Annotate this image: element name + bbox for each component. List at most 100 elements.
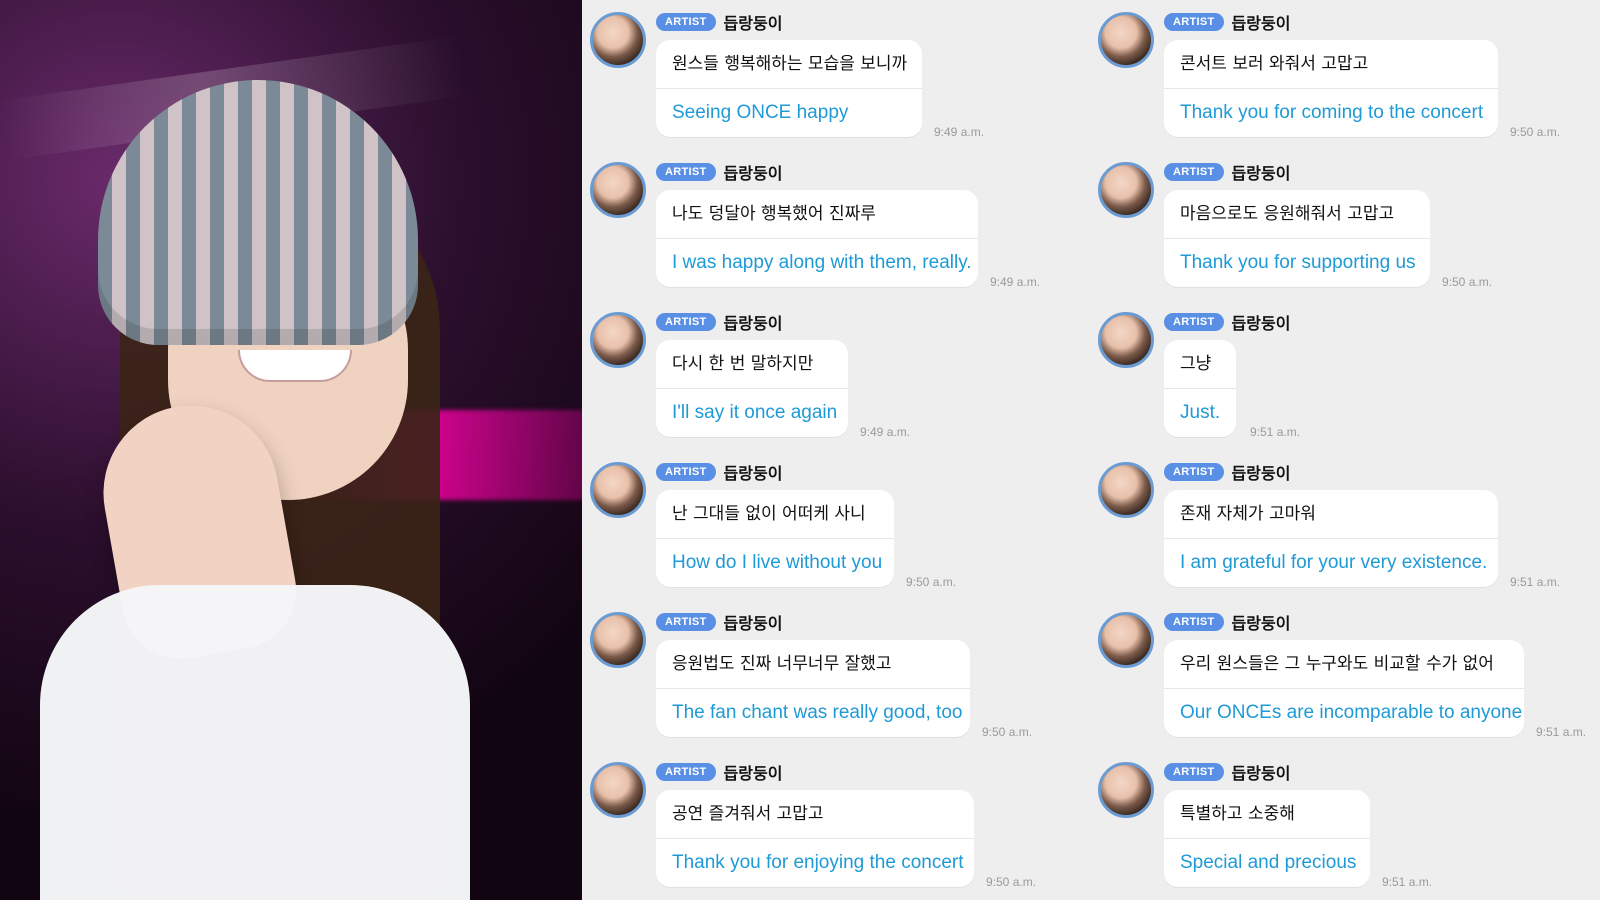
divider	[1164, 238, 1430, 239]
avatar[interactable]	[1098, 612, 1154, 668]
message-korean: 응원법도 진짜 너무너무 잘했고	[672, 654, 892, 674]
message-time: 9:49 a.m.	[860, 425, 911, 439]
message-header: ARTIST 듭랑둥이	[1164, 612, 1291, 633]
message-korean: 존재 자체가 고마워	[1180, 504, 1316, 524]
message-translation: Just.	[1180, 402, 1221, 423]
artist-badge: ARTIST	[656, 163, 716, 181]
avatar[interactable]	[1098, 462, 1154, 518]
message-header: ARTIST 듭랑둥이	[1164, 12, 1291, 33]
artist-badge: ARTIST	[1164, 163, 1224, 181]
divider	[656, 238, 978, 239]
message-header: ARTIST 듭랑둥이	[1164, 162, 1291, 183]
message-translation: I was happy along with them, really.	[672, 252, 972, 273]
divider	[1164, 838, 1370, 839]
divider	[1164, 538, 1498, 539]
avatar[interactable]	[590, 762, 646, 818]
chat-column-left: ARTIST 듭랑둥이 원스들 행복해하는 모습을 보니까 Seeing ONC…	[582, 0, 1082, 900]
message-translation: I am grateful for your very existence.	[1180, 552, 1488, 573]
tank-top	[40, 585, 470, 900]
message-time: 9:51 a.m.	[1250, 425, 1301, 439]
message-bubble[interactable]: 난 그대들 없이 어떠케 사니 How do I live without yo…	[656, 490, 894, 587]
message-translation: Thank you for coming to the concert	[1180, 102, 1484, 123]
message-header: ARTIST 듭랑둥이	[656, 612, 782, 633]
message-korean: 난 그대들 없이 어떠케 사니	[672, 504, 866, 524]
message: ARTIST 듭랑둥이 그냥 Just. 9:51 a.m.	[1090, 300, 1590, 440]
divider	[656, 388, 848, 389]
sender-name: 듭랑둥이	[1231, 164, 1291, 183]
message-header: ARTIST 듭랑둥이	[656, 162, 783, 183]
avatar[interactable]	[590, 612, 646, 668]
avatar[interactable]	[590, 162, 646, 218]
message-bubble[interactable]: 특별하고 소중해 Special and precious	[1164, 790, 1370, 887]
message-bubble[interactable]: 우리 원스들은 그 누구와도 비교할 수가 없어 Our ONCEs are i…	[1164, 640, 1524, 737]
message-bubble[interactable]: 존재 자체가 고마워 I am grateful for your very e…	[1164, 490, 1498, 587]
message-bubble[interactable]: 응원법도 진짜 너무너무 잘했고 The fan chant was reall…	[656, 640, 970, 737]
artist-badge: ARTIST	[656, 763, 716, 781]
message-translation: How do I live without you	[672, 552, 883, 573]
sender-name: 듭랑둥이	[1231, 464, 1291, 483]
message: ARTIST 듭랑둥이 나도 덩달아 행복했어 진짜루 I was happy …	[582, 150, 1082, 290]
sender-name: 듭랑둥이	[723, 464, 783, 483]
divider	[656, 838, 974, 839]
message-bubble[interactable]: 다시 한 번 말하지만 I'll say it once again	[656, 340, 848, 437]
message-korean: 콘서트 보러 와줘서 고맙고	[1180, 54, 1369, 74]
smile	[238, 350, 352, 382]
message-korean: 특별하고 소중해	[1180, 804, 1295, 824]
divider	[1164, 388, 1236, 389]
avatar[interactable]	[590, 312, 646, 368]
message-header: ARTIST 듭랑둥이	[1164, 762, 1290, 783]
message-bubble[interactable]: 나도 덩달아 행복했어 진짜루 I was happy along with t…	[656, 190, 978, 287]
message-bubble[interactable]: 마음으로도 응원해줘서 고맙고 Thank you for supporting…	[1164, 190, 1430, 287]
artist-badge: ARTIST	[656, 13, 716, 31]
sender-name: 듭랑둥이	[1231, 614, 1291, 633]
avatar[interactable]	[590, 12, 646, 68]
message-time: 9:51 a.m.	[1536, 725, 1587, 739]
message-header: ARTIST 듭랑둥이	[1164, 462, 1291, 483]
message-bubble[interactable]: 원스들 행복해하는 모습을 보니까 Seeing ONCE happy	[656, 40, 922, 137]
artist-badge: ARTIST	[1164, 13, 1224, 31]
message-bubble[interactable]: 콘서트 보러 와줘서 고맙고 Thank you for coming to t…	[1164, 40, 1498, 137]
message-korean: 다시 한 번 말하지만	[672, 354, 814, 374]
avatar[interactable]	[590, 462, 646, 518]
message-korean: 우리 원스들은 그 누구와도 비교할 수가 없어	[1180, 654, 1494, 674]
artist-badge: ARTIST	[656, 613, 716, 631]
message: ARTIST 듭랑둥이 공연 즐겨줘서 고맙고 Thank you for en…	[582, 750, 1082, 890]
avatar[interactable]	[1098, 162, 1154, 218]
avatar[interactable]	[1098, 312, 1154, 368]
avatar[interactable]	[1098, 762, 1154, 818]
message-translation: Seeing ONCE happy	[672, 102, 849, 123]
message-bubble[interactable]: 공연 즐겨줘서 고맙고 Thank you for enjoying the c…	[656, 790, 974, 887]
divider	[656, 88, 922, 89]
message-time: 9:50 a.m.	[982, 725, 1033, 739]
message-header: ARTIST 듭랑둥이	[656, 462, 783, 483]
divider	[656, 538, 894, 539]
message: ARTIST 듭랑둥이 난 그대들 없이 어떠케 사니 How do I liv…	[582, 450, 1082, 590]
sender-name: 듭랑둥이	[1231, 14, 1291, 33]
message-translation: The fan chant was really good, too	[672, 702, 963, 723]
message-header: ARTIST 듭랑둥이	[656, 312, 782, 333]
sender-name: 듭랑둥이	[723, 164, 783, 183]
message-time: 9:50 a.m.	[986, 875, 1037, 889]
message-header: ARTIST 듭랑둥이	[656, 762, 782, 783]
artist-badge: ARTIST	[1164, 313, 1224, 331]
message-translation: Thank you for supporting us	[1180, 252, 1416, 273]
message-korean: 원스들 행복해하는 모습을 보니까	[672, 54, 908, 74]
message-translation: Our ONCEs are incomparable to anyone	[1180, 702, 1523, 723]
sender-name: 듭랑둥이	[723, 14, 783, 33]
message-korean: 공연 즐겨줘서 고맙고	[672, 804, 824, 824]
message: ARTIST 듭랑둥이 콘서트 보러 와줘서 고맙고 Thank you for…	[1090, 0, 1590, 140]
avatar[interactable]	[1098, 12, 1154, 68]
message: ARTIST 듭랑둥이 원스들 행복해하는 모습을 보니까 Seeing ONC…	[582, 0, 1082, 140]
message: ARTIST 듭랑둥이 존재 자체가 고마워 I am grateful for…	[1090, 450, 1590, 590]
message-korean: 나도 덩달아 행복했어 진짜루	[672, 204, 876, 224]
message: ARTIST 듭랑둥이 마음으로도 응원해줘서 고맙고 Thank you fo…	[1090, 150, 1590, 290]
chat-screenshot: ARTIST 듭랑둥이 원스들 행복해하는 모습을 보니까 Seeing ONC…	[582, 0, 1600, 900]
message-translation: I'll say it once again	[672, 402, 838, 423]
message-korean: 그냥	[1180, 354, 1212, 374]
message: ARTIST 듭랑둥이 다시 한 번 말하지만 I'll say it once…	[582, 300, 1082, 440]
collage: ARTIST 듭랑둥이 원스들 행복해하는 모습을 보니까 Seeing ONC…	[0, 0, 1600, 900]
message-time: 9:50 a.m.	[1442, 275, 1493, 289]
artist-badge: ARTIST	[1164, 463, 1224, 481]
message-bubble[interactable]: 그냥 Just.	[1164, 340, 1236, 437]
artist-badge: ARTIST	[656, 313, 716, 331]
